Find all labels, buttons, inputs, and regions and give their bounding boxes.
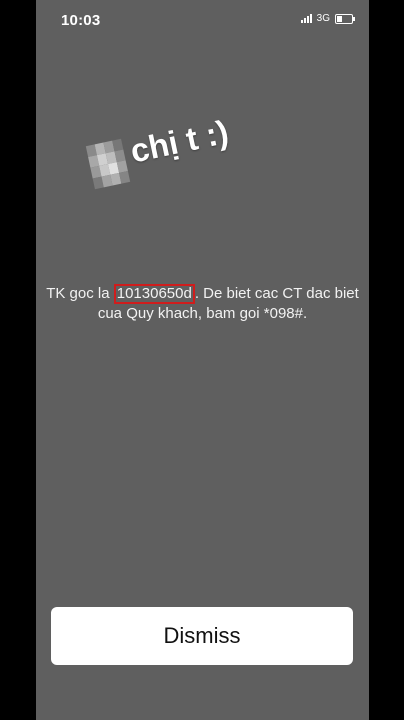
dismiss-button[interactable]: Dismiss <box>51 607 353 665</box>
phone-screen: 10:03 3G chị t :) TK goc la 10130650d. D… <box>36 0 369 720</box>
network-label: 3G <box>316 13 330 24</box>
status-time: 10:03 <box>61 12 101 29</box>
status-bar: 10:03 3G <box>36 0 369 40</box>
pixelated-redaction <box>85 138 131 190</box>
battery-icon <box>335 13 355 24</box>
message-suffix: . De biet cac CT dac biet <box>194 285 359 302</box>
signal-icon <box>300 14 312 23</box>
status-indicators: 3G <box>300 13 355 24</box>
highlighted-balance: 10130650d <box>113 284 195 304</box>
sticker-text: chị t :) <box>127 112 232 170</box>
message-prefix: TK goc la <box>46 285 114 302</box>
message-line2: cua Quy khach, bam goi *098#. <box>97 305 308 322</box>
ussd-message: TK goc la 10130650d. De biet cac CT dac … <box>44 284 361 324</box>
